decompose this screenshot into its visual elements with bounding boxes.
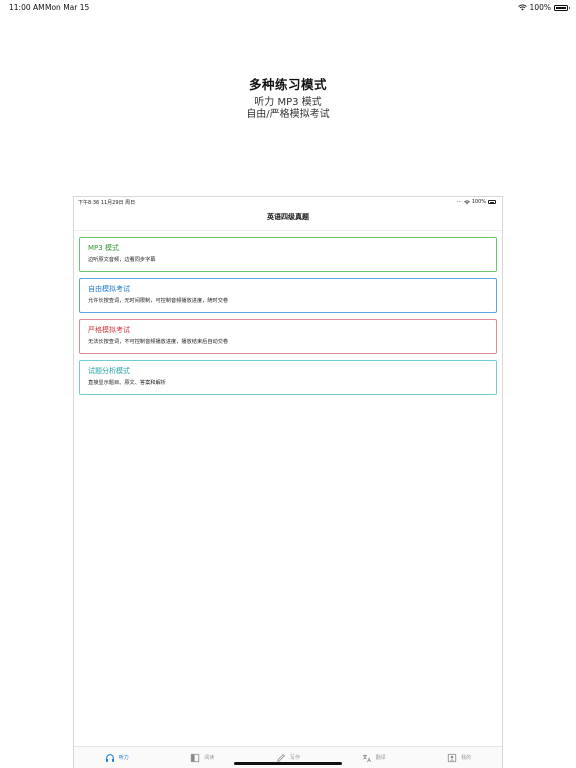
device-status-right: ··· 100% (457, 199, 496, 205)
mode-card-desc: 边听原文音频，边看同步字幕 (88, 257, 156, 263)
tab-label: 写作 (289, 755, 300, 761)
mode-card-strict-exam[interactable]: 严格模拟考试 无法长按查词，不可控制音频播放进度，播放结束后自动交卷 (79, 319, 497, 354)
mode-card-desc: 直接显示题目、原文、答案和解析 (88, 380, 166, 386)
tab-bar: 听力 阅读 写作 翻译 我的 (74, 746, 502, 768)
tab-label: 我的 (461, 755, 472, 761)
book-icon (191, 753, 200, 762)
system-status-bar: 11:00 AM Mon Mar 15 100% (0, 0, 576, 14)
nav-title: 英语四级真题 (74, 207, 502, 231)
translate-icon (362, 754, 371, 762)
profile-icon (447, 753, 457, 762)
status-right: 100% (517, 3, 570, 12)
tab-listening[interactable]: 听力 (74, 747, 160, 768)
battery-icon (554, 4, 570, 11)
mode-card-title: MP3 模式 (88, 244, 119, 252)
pencil-icon (277, 753, 285, 762)
battery-percent: 100% (529, 3, 551, 12)
mode-card-title: 自由模拟考试 (88, 285, 130, 293)
promo-line-1: 听力 MP3 模式 (254, 97, 322, 108)
tab-reading[interactable]: 阅读 (160, 747, 246, 768)
mode-card-title: 试题分析模式 (88, 367, 130, 375)
mode-card-mp3[interactable]: MP3 模式 边听原文音频，边看同步字幕 (79, 237, 497, 272)
battery-icon (488, 200, 496, 204)
headphones-icon (105, 753, 114, 762)
device-screenshot: 下午8:36 11月29日 周日 ··· 100% 英语四级真题 MP3 模式 … (73, 196, 503, 768)
promo-title: 多种练习模式 (248, 77, 327, 92)
status-time: 11:00 AM (9, 3, 45, 12)
tab-label: 翻译 (375, 755, 386, 761)
tab-profile[interactable]: 我的 (416, 747, 502, 768)
device-battery-percent: 100% (471, 199, 486, 205)
device-status-bar: 下午8:36 11月29日 周日 ··· 100% (74, 197, 502, 207)
promo-line-2: 自由/严格模拟考试 (246, 109, 330, 120)
wifi-icon (463, 199, 470, 204)
device-status-time: 下午8:36 11月29日 周日 (78, 200, 136, 206)
mode-list: MP3 模式 边听原文音频，边看同步字幕 自由模拟考试 允许长按查词，无时间限制… (74, 231, 502, 395)
mode-card-free-exam[interactable]: 自由模拟考试 允许长按查词，无时间限制，可控制音频播放进度，随时交卷 (79, 278, 497, 313)
promo-headline: 多种练习模式 听力 MP3 模式 自由/严格模拟考试 (0, 74, 576, 121)
dots-icon: ··· (456, 199, 462, 205)
tab-label: 阅读 (204, 755, 215, 761)
status-date: Mon Mar 15 (45, 3, 90, 12)
mode-card-desc: 允许长按查词，无时间限制，可控制音频播放进度，随时交卷 (88, 298, 229, 304)
tab-translation[interactable]: 翻译 (331, 747, 417, 768)
wifi-icon (517, 4, 527, 11)
mode-card-title: 严格模拟考试 (88, 326, 130, 334)
home-indicator (234, 762, 342, 765)
mode-card-desc: 无法长按查词，不可控制音频播放进度，播放结束后自动交卷 (88, 339, 229, 345)
mode-card-analysis[interactable]: 试题分析模式 直接显示题目、原文、答案和解析 (79, 360, 497, 395)
tab-label: 听力 (118, 755, 129, 761)
